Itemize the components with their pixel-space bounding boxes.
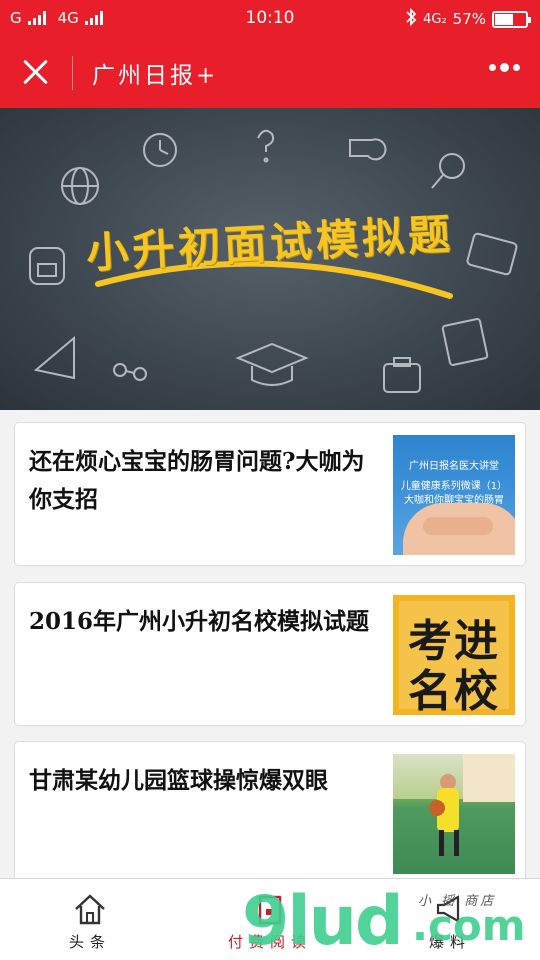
bluetooth-icon <box>405 7 417 30</box>
article-title: 还在烦心宝宝的肠胃问题?大咖为你支招 <box>29 448 365 513</box>
article-title: 甘肃某幼儿园篮球操惊爆双眼 <box>29 767 328 794</box>
article-title: 2016年广州小升初名校模拟试题 <box>29 608 370 635</box>
tab-label: 头条 <box>68 933 111 951</box>
nav-divider <box>72 56 73 90</box>
basketball-icon <box>429 800 445 816</box>
thumb-caption: 儿童健康系列微课（1） <box>400 481 508 492</box>
thumb-figure <box>439 830 459 856</box>
home-icon <box>75 894 105 925</box>
page-title: 广州日报+ <box>92 63 219 89</box>
article-card[interactable]: 甘肃某幼儿园篮球操惊爆双眼 <box>14 741 526 886</box>
thumb-figure <box>423 517 493 535</box>
article-thumbnail: 考进 名校 <box>393 595 515 715</box>
watermark-signature: 小 摇 商店 <box>418 894 497 909</box>
status-bar: G 4G 10:10 4G₂ 57% <box>0 0 540 36</box>
article-thumbnail <box>393 754 515 874</box>
banner-image[interactable]: 小升初面试模拟题 <box>0 108 540 410</box>
more-icon[interactable] <box>489 63 520 72</box>
article-card[interactable]: 还在烦心宝宝的肠胃问题?大咖为你支招 广州日报名医大讲堂 儿童健康系列微课（1）… <box>14 422 526 566</box>
watermark-logo: 9lud <box>242 882 404 960</box>
status-right: 4G₂ 57% <box>405 7 531 30</box>
tab-headlines[interactable]: 头条 <box>0 879 180 960</box>
thumb-caption: 名校 <box>408 666 500 715</box>
thumb-caption: 广州日报名医大讲堂 <box>409 461 499 472</box>
battery-percent: 57% <box>452 10 486 28</box>
article-thumbnail: 广州日报名医大讲堂 儿童健康系列微课（1） 大咖和你聊宝宝的肠胃 <box>393 435 515 555</box>
network-label: 4G₂ <box>423 11 447 27</box>
close-icon[interactable] <box>20 56 52 88</box>
thumb-background <box>463 754 515 802</box>
article-card[interactable]: 2016年广州小升初名校模拟试题 考进 名校 <box>14 582 526 726</box>
watermark-logo: .com <box>412 901 526 950</box>
nav-bar: 广州日报+ <box>0 36 540 108</box>
battery-icon <box>492 10 531 28</box>
